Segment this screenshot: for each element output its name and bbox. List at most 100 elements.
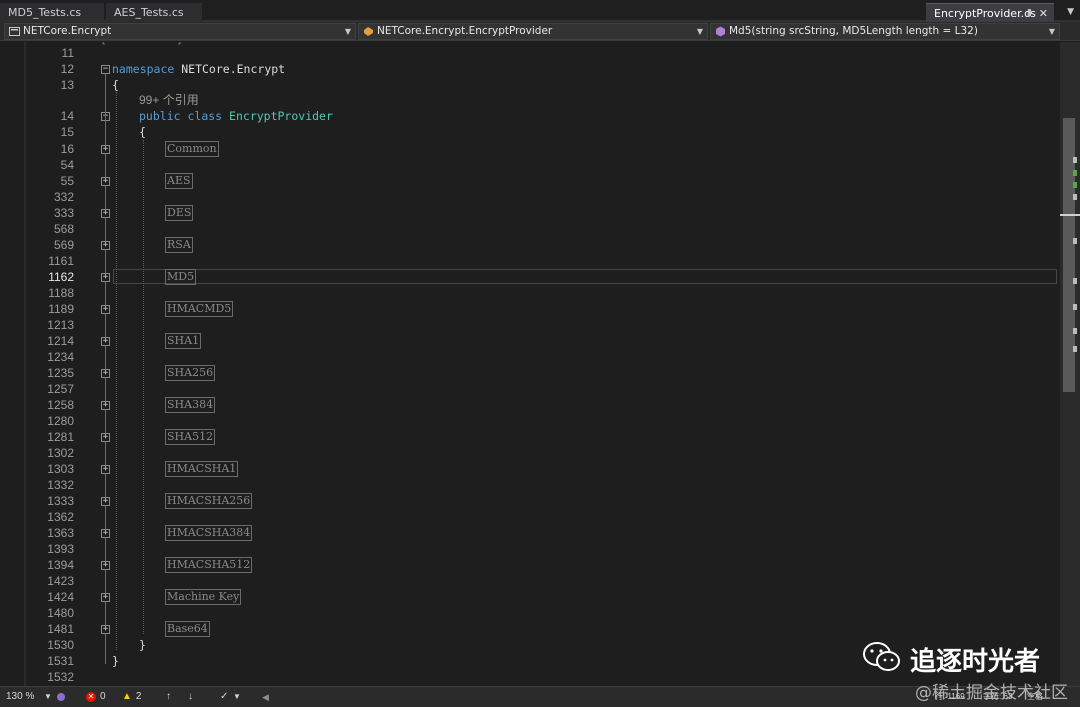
tab-encrypt-provider[interactable]: EncryptProvider.cs ▮ ✕ — [926, 3, 1054, 22]
member-dropdown[interactable]: Md5(string srcString, MD5Length length =… — [710, 23, 1060, 40]
class-icon — [364, 27, 373, 36]
brush-icon[interactable]: ✓ — [220, 690, 228, 704]
chevron-down-icon: ▼ — [344, 27, 351, 36]
line-number: 1532 — [47, 670, 74, 684]
expand-icon[interactable]: + — [101, 401, 110, 410]
change-marker — [1073, 182, 1077, 188]
collapsed-region-hmacsha384[interactable]: HMACSHA384 — [165, 525, 253, 541]
expand-icon[interactable]: + — [101, 241, 110, 250]
pin-icon[interactable]: ▮ — [1027, 4, 1032, 23]
collapsed-region-sha512[interactable]: SHA512 — [165, 429, 216, 445]
codelens-references[interactable]: 99+ 个引用 — [139, 93, 199, 107]
expand-icon[interactable]: + — [101, 625, 110, 634]
collapsed-region-machine-key[interactable]: Machine Key — [165, 589, 242, 605]
open-brace: { — [112, 78, 119, 92]
line-number: 1362 — [47, 510, 74, 524]
expand-icon[interactable]: + — [101, 177, 110, 186]
caret-position-marker — [1060, 214, 1080, 216]
chevron-down-icon: ▼ — [696, 27, 703, 36]
line-number: 568 — [53, 222, 74, 236]
expand-icon[interactable]: + — [101, 529, 110, 538]
line-number: 1281 — [47, 430, 74, 444]
watermark-title: 追逐时光者 — [910, 647, 1041, 677]
scroll-left-icon[interactable]: ◀ — [262, 690, 269, 704]
current-line-highlight — [113, 269, 1057, 284]
collapsed-region-hmacsha256[interactable]: HMACSHA256 — [165, 493, 253, 509]
error-icon: ✕ — [86, 692, 96, 702]
class-name: EncryptProvider — [229, 109, 333, 123]
close-brace: } — [112, 654, 119, 668]
arrow-down-icon[interactable]: ↓ — [188, 690, 193, 704]
member-name: Md5(string srcString, MD5Length length =… — [729, 25, 978, 37]
chevron-down-icon[interactable]: ▼ — [1067, 4, 1074, 20]
collapsed-region-aes[interactable]: AES — [165, 173, 193, 189]
line-number: 1393 — [47, 542, 74, 556]
line-number: 13 — [60, 78, 74, 92]
expand-icon[interactable]: + — [101, 145, 110, 154]
project-dropdown[interactable]: NETCore.Encrypt ▼ — [4, 23, 356, 40]
type-dropdown[interactable]: NETCore.Encrypt.EncryptProvider ▼ — [358, 23, 708, 40]
chevron-down-icon: ▼ — [1048, 27, 1055, 36]
type-name: NETCore.Encrypt.EncryptProvider — [377, 25, 553, 37]
expand-icon[interactable]: + — [101, 209, 110, 218]
line-number: 1303 — [47, 462, 74, 476]
code-editor[interactable]: [ ] 11 12 − namespace NETCore.Encrypt 13… — [0, 42, 1060, 686]
collapsed-region-base64[interactable]: Base64 — [165, 621, 210, 637]
line-number: 1530 — [47, 638, 74, 652]
tab-aes-tests[interactable]: AES_Tests.cs — [106, 3, 202, 22]
csharp-project-icon — [9, 27, 20, 36]
change-marker — [1073, 194, 1077, 200]
line-number: 14 — [60, 109, 74, 123]
method-icon — [716, 26, 725, 37]
project-name: NETCore.Encrypt — [23, 25, 112, 37]
collapsed-region-sha384[interactable]: SHA384 — [165, 397, 216, 413]
keyword: class — [187, 109, 223, 123]
warning-indicator[interactable]: ▲ 2 — [122, 690, 141, 704]
arrow-up-icon[interactable]: ↑ — [166, 690, 171, 704]
tab-label: EncryptProvider.cs — [934, 7, 1036, 20]
class-declaration: public class EncryptProvider — [139, 109, 333, 123]
line-number: 1258 — [47, 398, 74, 412]
chevron-down-icon[interactable]: ▼ — [233, 690, 241, 704]
collapsed-region-md5[interactable]: MD5 — [165, 269, 197, 285]
error-indicator[interactable]: ✕ 0 — [86, 690, 106, 704]
line-number: 1234 — [47, 350, 74, 364]
collapse-icon[interactable]: − — [101, 65, 110, 74]
line-number: 1333 — [47, 494, 74, 508]
line-number: 1480 — [47, 606, 74, 620]
expand-icon[interactable]: + — [101, 465, 110, 474]
change-marker — [1073, 170, 1077, 176]
copilot-icon[interactable] — [56, 692, 66, 702]
expand-icon[interactable]: + — [101, 305, 110, 314]
collapsed-region-sha1[interactable]: SHA1 — [165, 333, 202, 349]
chevron-down-icon[interactable]: ▼ — [44, 690, 52, 704]
line-number: 332 — [53, 190, 74, 204]
warning-icon: ▲ — [122, 691, 132, 702]
expand-icon[interactable]: + — [101, 433, 110, 442]
vertical-scrollbar[interactable] — [1060, 42, 1080, 686]
expand-icon[interactable]: + — [101, 273, 110, 282]
keyword: namespace — [112, 62, 175, 76]
expand-icon[interactable]: + — [101, 593, 110, 602]
collapsed-region-hmacmd5[interactable]: HMACMD5 — [165, 301, 234, 317]
line-number: 333 — [53, 206, 74, 220]
line-number: 1302 — [47, 446, 74, 460]
tab-md5-tests[interactable]: MD5_Tests.cs — [0, 3, 104, 22]
expand-icon[interactable]: + — [101, 497, 110, 506]
change-marker — [1073, 328, 1077, 334]
collapsed-region-des[interactable]: DES — [165, 205, 194, 221]
collapsed-region-hmacsha1[interactable]: HMACSHA1 — [165, 461, 239, 477]
collapsed-region-hmacsha512[interactable]: HMACSHA512 — [165, 557, 253, 573]
line-number: 1161 — [48, 254, 74, 268]
collapsed-region-common[interactable]: Common — [165, 141, 219, 157]
collapsed-region-sha256[interactable]: SHA256 — [165, 365, 216, 381]
expand-icon[interactable]: + — [101, 337, 110, 346]
close-brace: } — [139, 638, 146, 652]
expand-icon[interactable]: + — [101, 369, 110, 378]
line-number: 1280 — [47, 414, 74, 428]
expand-icon[interactable]: + — [101, 561, 110, 570]
change-marker — [1073, 346, 1077, 352]
collapsed-region-rsa[interactable]: RSA — [165, 237, 193, 253]
zoom-level[interactable]: 130 % — [6, 690, 34, 704]
close-icon[interactable]: ✕ — [1039, 4, 1048, 23]
